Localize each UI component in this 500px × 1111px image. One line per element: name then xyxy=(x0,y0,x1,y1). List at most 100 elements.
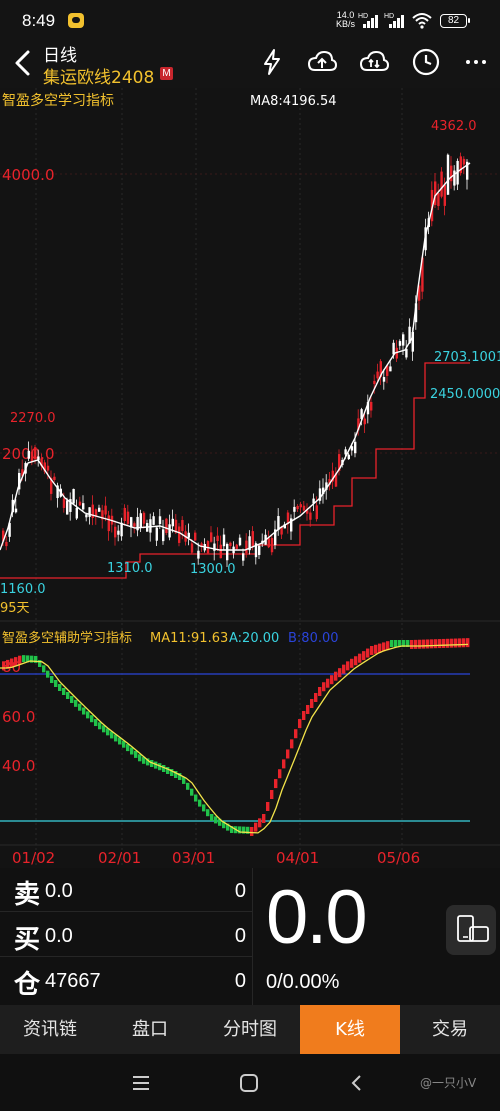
sell-volume: 0 xyxy=(234,880,246,902)
sub-indicator-block xyxy=(282,759,286,769)
sub-indicator-block xyxy=(326,678,330,688)
candle-body xyxy=(270,538,274,553)
sub-indicator-block xyxy=(22,655,26,663)
candle-body xyxy=(123,507,126,522)
position-row: 仓 47667 0 xyxy=(0,958,252,1002)
sub-indicator-block xyxy=(134,750,138,758)
ma8-line xyxy=(0,162,471,551)
sub-indicator-block xyxy=(190,788,194,796)
bottom-tabs: 资讯链 盘口 分时图 K线 交易 xyxy=(0,1005,500,1054)
annotation-low-mid2: 1300.0 xyxy=(190,562,236,577)
sub-y-label-40: 40.0 xyxy=(2,757,35,775)
sub-indicator-block xyxy=(126,744,130,752)
main-ma-label: MA8:4196.54 xyxy=(250,94,337,109)
candle-body xyxy=(142,512,146,524)
sub-indicator-block xyxy=(250,827,254,836)
candle-body xyxy=(226,543,229,561)
sub-indicator-block xyxy=(322,682,326,692)
tab-kline[interactable]: K线 xyxy=(300,1005,400,1054)
signal-icon-2 xyxy=(389,15,404,28)
candle-body xyxy=(315,505,318,520)
sub-indicator-block xyxy=(46,670,50,678)
sub-indicator-block xyxy=(298,719,302,729)
candle-body xyxy=(178,526,181,543)
home-icon[interactable] xyxy=(238,1072,260,1094)
annotation-high: 4362.0 xyxy=(431,119,477,134)
kline-chart-area[interactable]: 智盈多空学习指标 MA8:4196.54 4000.0 2000.0 4362.… xyxy=(0,88,500,868)
tab-trade[interactable]: 交易 xyxy=(400,1005,500,1054)
sub-indicator-block xyxy=(454,638,458,648)
annotation-low-left: 1160.0 xyxy=(0,582,46,597)
sub-indicator-block xyxy=(318,687,322,696)
back-nav-icon[interactable] xyxy=(346,1072,368,1094)
sub-indicator-block xyxy=(438,639,442,649)
candle-body xyxy=(66,500,69,515)
sub-indicator-block xyxy=(354,656,358,666)
candle-body xyxy=(117,530,120,535)
landscape-toggle-button[interactable] xyxy=(446,905,496,955)
candle-body xyxy=(5,541,8,547)
sub-indicator-block xyxy=(254,822,258,832)
sub-indicator-block xyxy=(138,754,142,762)
buy-row: 买 0.0 0 xyxy=(0,913,252,957)
sub-indicator-block xyxy=(14,657,18,667)
buy-volume: 0 xyxy=(234,925,246,947)
candle-body xyxy=(370,401,373,411)
candle-body xyxy=(149,519,152,533)
candle-body xyxy=(162,529,165,542)
candle-body xyxy=(462,158,466,165)
sub-indicator-block xyxy=(214,816,218,824)
candle-body xyxy=(152,516,155,525)
candle-body xyxy=(267,538,270,548)
tab-orderbook[interactable]: 盘口 xyxy=(100,1005,200,1054)
battery-icon: 82 xyxy=(440,14,470,28)
date-label-0102: 01/02 xyxy=(12,849,55,867)
candle-body xyxy=(450,165,453,182)
sub-ma-label: MA11:91.63 xyxy=(150,631,228,646)
sub-indicator-series xyxy=(2,638,470,836)
annotation-level2: 2450.0000 xyxy=(430,387,500,402)
main-contract-badge: M xyxy=(160,67,173,80)
tab-news[interactable]: 资讯链 xyxy=(0,1005,100,1054)
candle-body xyxy=(293,506,296,512)
candle-body xyxy=(440,171,443,197)
candle-body xyxy=(437,192,440,207)
candle-body xyxy=(82,503,85,510)
candle-body xyxy=(94,509,98,517)
cloud-upload-icon[interactable] xyxy=(306,46,338,78)
sub-indicator-block xyxy=(310,699,314,708)
kline-chart[interactable]: 智盈多空学习指标 MA8:4196.54 4000.0 2000.0 4362.… xyxy=(0,88,500,868)
sub-indicator-block xyxy=(366,648,370,658)
open-interest: 47667 xyxy=(45,970,101,992)
annotation-level1: 2703.10010 xyxy=(434,350,500,365)
candle-body xyxy=(222,534,226,547)
candle-body xyxy=(126,511,130,524)
tab-timeshare[interactable]: 分时图 xyxy=(200,1005,300,1054)
sub-indicator-block xyxy=(450,638,454,648)
back-icon[interactable] xyxy=(8,46,38,80)
phone-rotate-icon xyxy=(457,915,489,942)
sub-indicator-block xyxy=(206,809,210,817)
sub-indicator-block xyxy=(290,739,294,749)
candle-body xyxy=(296,506,299,510)
candle-body xyxy=(107,515,110,532)
sub-indicator-block xyxy=(458,638,462,648)
quote-panel: 卖 0.0 0 买 0.0 0 仓 47667 0 0.0 0/0.00% xyxy=(0,868,500,1005)
more-icon[interactable] xyxy=(460,46,492,78)
sub-indicator-block xyxy=(426,639,430,649)
sub-y-label-60: 60.0 xyxy=(2,708,35,726)
date-label-0506: 05/06 xyxy=(377,849,420,867)
cloud-sync-icon[interactable] xyxy=(358,46,390,78)
clock-icon[interactable] xyxy=(410,46,442,78)
flash-icon[interactable] xyxy=(256,46,288,78)
system-nav-bar: @一只小V xyxy=(0,1054,500,1111)
sub-indicator-block xyxy=(58,684,62,691)
candle-body xyxy=(114,526,117,538)
sub-indicator-block xyxy=(374,644,378,654)
sub-indicator-block xyxy=(286,749,290,759)
notification-icon xyxy=(68,13,84,28)
candle-body xyxy=(78,501,82,506)
candle-body xyxy=(75,507,78,519)
menu-icon[interactable] xyxy=(130,1072,152,1094)
candle-body xyxy=(139,513,142,528)
